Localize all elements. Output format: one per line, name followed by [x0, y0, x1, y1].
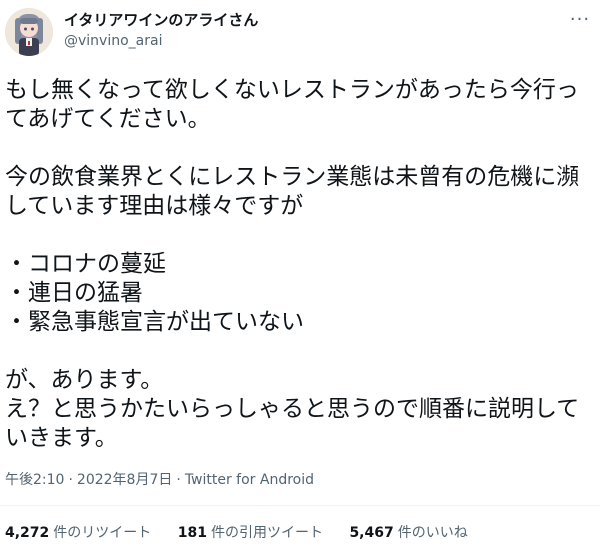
tweet-text: もし無くなって欲しくないレストランがあったら今行ってあげてください。 今の飲食業… [5, 77, 580, 451]
avatar-image [5, 8, 53, 56]
tweet-source[interactable]: Twitter for Android [185, 472, 314, 488]
user-handle[interactable]: @vinvino_arai [64, 32, 162, 50]
retweet-label: 件のリツイート [53, 525, 152, 541]
retweets-stat[interactable]: 4,272 件のリツイート [5, 524, 151, 542]
quote-label: 件の引用ツイート [210, 525, 323, 541]
quote-count: 181 [177, 525, 207, 541]
divider [0, 505, 600, 506]
tweet-header: イタリアワインのアライさん @vinvino_arai ··· [0, 0, 600, 64]
tweet-stats: 4,272 件のリツイート 181 件の引用ツイート 5,467 件のいいね [5, 524, 490, 542]
more-options-icon[interactable]: ··· [568, 10, 592, 30]
retweet-count: 4,272 [5, 525, 50, 541]
likes-stat[interactable]: 5,467 件のいいね [349, 524, 467, 542]
tweet-metadata: 午後2:10 · 2022年8月7日 · Twitter for Android [5, 471, 314, 489]
meta-separator-2: · [176, 472, 181, 488]
tweet-card: イタリアワインのアライさん @vinvino_arai ··· もし無くなって欲… [0, 0, 600, 554]
display-name[interactable]: イタリアワインのアライさん [64, 10, 258, 30]
like-label: 件のいいね [397, 525, 468, 541]
meta-separator: · [68, 472, 73, 488]
quotes-stat[interactable]: 181 件の引用ツイート [178, 524, 323, 542]
tweet-time[interactable]: 午後2:10 [5, 472, 64, 488]
tweet-date[interactable]: 2022年8月7日 [77, 472, 172, 488]
like-count: 5,467 [349, 525, 394, 541]
avatar[interactable] [5, 8, 53, 56]
